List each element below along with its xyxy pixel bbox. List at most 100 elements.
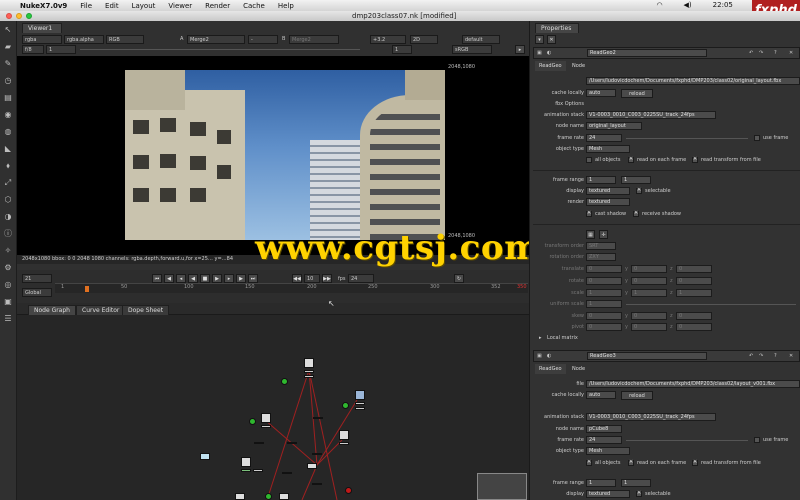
reload-button[interactable]: reload: [621, 391, 653, 400]
readgeo-node[interactable]: [235, 493, 245, 500]
node-name-dropdown[interactable]: original_layout: [586, 122, 642, 130]
menu-help[interactable]: Help: [278, 2, 294, 10]
frame-range-end[interactable]: 1: [621, 176, 651, 184]
redo-icon[interactable]: ↷: [759, 50, 763, 56]
close-panel-icon[interactable]: ✕: [789, 50, 793, 56]
object-type-dropdown[interactable]: Mesh: [586, 447, 630, 455]
read-each-frame-checkbox[interactable]: [628, 459, 634, 466]
camera-node[interactable]: [342, 402, 349, 409]
skew-z-field[interactable]: 0: [676, 312, 712, 320]
3d-tool-icon[interactable]: ⬡: [3, 195, 13, 205]
jump-forward-icon[interactable]: ▶▶: [322, 274, 332, 283]
furnace-tool-icon[interactable]: ▣: [3, 297, 13, 307]
local-matrix-toggle[interactable]: ▸: [539, 334, 542, 342]
colorspace-dropdown[interactable]: RGB: [106, 35, 144, 44]
translate-x-field[interactable]: 0: [586, 265, 622, 273]
reload-button[interactable]: reload: [621, 89, 653, 98]
scene-node[interactable]: [313, 417, 323, 419]
close-window-icon[interactable]: [6, 13, 12, 19]
tab-dope-sheet[interactable]: Dope Sheet: [122, 305, 170, 315]
tab-node-graph[interactable]: Node Graph: [28, 305, 76, 315]
fstop-dropdown[interactable]: f/8: [22, 45, 44, 54]
last-frame-icon[interactable]: ⏭: [248, 274, 258, 283]
node-graph[interactable]: [17, 315, 529, 500]
draw-tool-icon[interactable]: ✎: [3, 59, 13, 69]
node-color-icon[interactable]: ◐: [547, 353, 551, 359]
gamma-field[interactable]: +3.2: [370, 35, 406, 44]
undo-icon[interactable]: ↶: [749, 50, 753, 56]
volume-icon[interactable]: ◀): [684, 1, 692, 9]
time-tool-icon[interactable]: ◷: [3, 76, 13, 86]
lut-dropdown[interactable]: default: [462, 35, 500, 44]
dot-node[interactable]: [254, 442, 264, 444]
range-mode-dropdown[interactable]: Global: [22, 288, 52, 297]
node-name-field[interactable]: ReadGeo3: [587, 352, 707, 360]
exposure-slider[interactable]: [80, 49, 360, 50]
display-dropdown[interactable]: textured: [586, 187, 630, 195]
scanline-render-node[interactable]: [307, 463, 317, 469]
camera-node[interactable]: [249, 418, 256, 425]
prev-keyframe-icon[interactable]: ◀: [164, 274, 174, 283]
frame-range-start[interactable]: 1: [586, 176, 616, 184]
toolsets-tool-icon[interactable]: ⚙: [3, 263, 13, 273]
all-objects-checkbox[interactable]: [586, 157, 592, 163]
node-name-dropdown[interactable]: pCube8: [586, 425, 622, 433]
tab-node[interactable]: Node: [568, 61, 589, 71]
filter-tool-icon[interactable]: ◍: [3, 127, 13, 137]
metadata-tool-icon[interactable]: ⓘ: [3, 229, 13, 239]
step-forward-icon[interactable]: ▸: [224, 274, 234, 283]
menu-layout[interactable]: Layout: [132, 2, 156, 10]
b-input-dropdown[interactable]: Merge2: [289, 35, 339, 44]
channel-tool-icon[interactable]: ▤: [3, 93, 13, 103]
play-forward-icon[interactable]: ▶: [212, 274, 222, 283]
step-back-icon[interactable]: ◂: [176, 274, 186, 283]
cache-dropdown[interactable]: auto: [586, 391, 616, 399]
node-color-icon[interactable]: ◐: [547, 50, 551, 56]
scene-node[interactable]: [312, 483, 322, 485]
zoom-window-icon[interactable]: [26, 13, 32, 19]
pivot-handle-icon[interactable]: ✛: [599, 230, 608, 239]
jump-back-icon[interactable]: ◀◀: [292, 274, 302, 283]
menu-file[interactable]: File: [80, 2, 92, 10]
pivot-x-field[interactable]: 0: [586, 323, 622, 331]
pointer-tool-icon[interactable]: ↖: [3, 25, 13, 35]
scale-y-field[interactable]: 1: [631, 289, 667, 297]
tab-readgeo[interactable]: ReadGeo: [535, 61, 566, 71]
fps-field[interactable]: 24: [348, 274, 374, 283]
scene-node[interactable]: [312, 453, 322, 455]
transform-order-dropdown[interactable]: SRT: [586, 242, 616, 250]
zoom-field[interactable]: 1: [392, 45, 412, 54]
first-frame-icon[interactable]: ⏮: [152, 274, 162, 283]
view-mode-dropdown[interactable]: 2D: [410, 35, 438, 44]
translate-z-field[interactable]: 0: [676, 265, 712, 273]
read-each-frame-checkbox[interactable]: [628, 156, 634, 163]
transform-handle-icon[interactable]: ▦: [586, 230, 595, 239]
camera-node[interactable]: [281, 378, 288, 385]
selectable-checkbox[interactable]: [636, 187, 642, 194]
frame-increment-field[interactable]: 10: [304, 274, 320, 283]
menu-cache[interactable]: Cache: [243, 2, 265, 10]
scale-z-field[interactable]: 1: [676, 289, 712, 297]
views-tool-icon[interactable]: ◑: [3, 212, 13, 222]
readgeo-node[interactable]: [279, 493, 289, 500]
rotate-y-field[interactable]: 0: [631, 277, 667, 285]
menu-viewer[interactable]: Viewer: [168, 2, 192, 10]
display-dropdown[interactable]: sRGB: [452, 45, 492, 54]
cast-shadow-checkbox[interactable]: [586, 210, 592, 217]
tab-curve-editor[interactable]: Curve Editor: [76, 305, 126, 315]
max-panels-icon[interactable]: ▾: [535, 35, 544, 44]
gizmo-tool-icon[interactable]: ☰: [3, 314, 13, 324]
particles-tool-icon[interactable]: ✧: [3, 246, 13, 256]
revert-icon[interactable]: ?: [774, 50, 777, 56]
rotate-x-field[interactable]: 0: [586, 277, 622, 285]
alpha-dropdown[interactable]: rgba.alpha: [64, 35, 104, 44]
image-tool-icon[interactable]: ▰: [3, 42, 13, 52]
tab-viewer1[interactable]: Viewer1: [22, 23, 62, 33]
pivot-z-field[interactable]: 0: [676, 323, 712, 331]
selectable-checkbox[interactable]: [636, 490, 642, 497]
readgeo-node-selected[interactable]: [355, 390, 365, 400]
frame-ruler[interactable]: 1 50 100 150 200 250 300 352 350: [55, 283, 528, 293]
receive-shadow-checkbox[interactable]: [633, 210, 639, 217]
camera-node[interactable]: [265, 493, 272, 500]
frame-range-end[interactable]: 1: [621, 479, 651, 487]
